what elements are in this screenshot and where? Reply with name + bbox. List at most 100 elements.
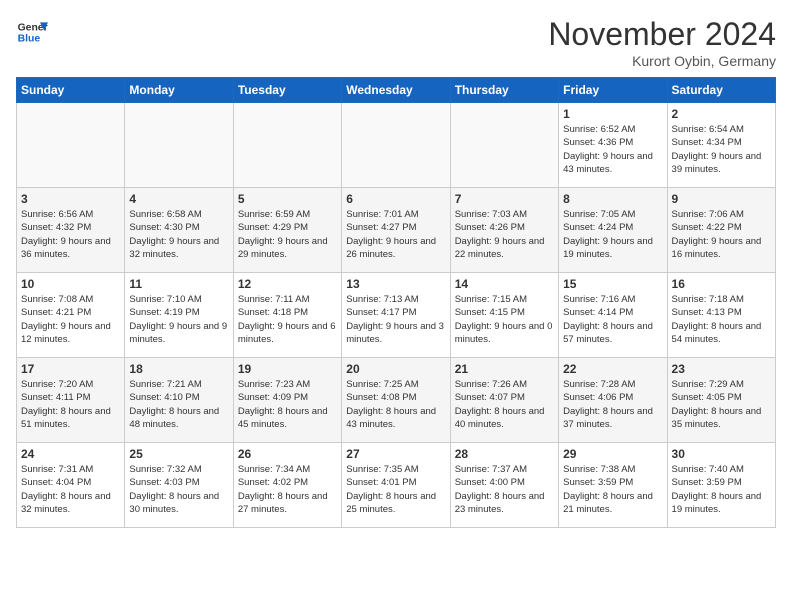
calendar-table: SundayMondayTuesdayWednesdayThursdayFrid…: [16, 77, 776, 528]
day-info: Sunrise: 7:29 AM Sunset: 4:05 PM Dayligh…: [672, 378, 771, 431]
day-number: 14: [455, 277, 554, 291]
day-info: Sunrise: 7:05 AM Sunset: 4:24 PM Dayligh…: [563, 208, 662, 261]
day-number: 16: [672, 277, 771, 291]
calendar-week-row: 1 Sunrise: 6:52 AM Sunset: 4:36 PM Daylig…: [17, 103, 776, 188]
calendar-cell: 8 Sunrise: 7:05 AM Sunset: 4:24 PM Daylig…: [559, 188, 667, 273]
day-number: 5: [238, 192, 337, 206]
calendar-cell: [125, 103, 233, 188]
day-number: 8: [563, 192, 662, 206]
day-number: 9: [672, 192, 771, 206]
day-number: 18: [129, 362, 228, 376]
day-number: 1: [563, 107, 662, 121]
weekday-header-thursday: Thursday: [450, 78, 558, 103]
calendar-cell: 30 Sunrise: 7:40 AM Sunset: 3:59 PM Dayli…: [667, 443, 775, 528]
day-info: Sunrise: 7:25 AM Sunset: 4:08 PM Dayligh…: [346, 378, 445, 431]
calendar-cell: 27 Sunrise: 7:35 AM Sunset: 4:01 PM Dayli…: [342, 443, 450, 528]
day-info: Sunrise: 7:34 AM Sunset: 4:02 PM Dayligh…: [238, 463, 337, 516]
calendar-cell: 2Sunrise: 6:54 AM Sunset: 4:34 PM Daylig…: [667, 103, 775, 188]
calendar-cell: 28Sunrise: 7:37 AM Sunset: 4:00 PM Dayli…: [450, 443, 558, 528]
day-info: Sunrise: 7:06 AM Sunset: 4:22 PM Dayligh…: [672, 208, 771, 261]
day-info: Sunrise: 7:01 AM Sunset: 4:27 PM Dayligh…: [346, 208, 445, 261]
day-info: Sunrise: 6:54 AM Sunset: 4:34 PM Dayligh…: [672, 123, 771, 176]
calendar-cell: 22 Sunrise: 7:28 AM Sunset: 4:06 PM Dayli…: [559, 358, 667, 443]
day-info: Sunrise: 6:58 AM Sunset: 4:30 PM Dayligh…: [129, 208, 228, 261]
day-number: 28: [455, 447, 554, 461]
day-info: Sunrise: 7:32 AM Sunset: 4:03 PM Dayligh…: [129, 463, 228, 516]
day-number: 21: [455, 362, 554, 376]
day-info: Sunrise: 7:08 AM Sunset: 4:21 PM Dayligh…: [21, 293, 120, 346]
day-number: 24: [21, 447, 120, 461]
calendar-cell: 25 Sunrise: 7:32 AM Sunset: 4:03 PM Dayli…: [125, 443, 233, 528]
month-title: November 2024: [548, 16, 776, 53]
day-number: 7: [455, 192, 554, 206]
day-number: 6: [346, 192, 445, 206]
calendar-cell: 18 Sunrise: 7:21 AM Sunset: 4:10 PM Dayli…: [125, 358, 233, 443]
weekday-header-sunday: Sunday: [17, 78, 125, 103]
calendar-cell: 11Sunrise: 7:10 AM Sunset: 4:19 PM Dayli…: [125, 273, 233, 358]
calendar-cell: 19 Sunrise: 7:23 AM Sunset: 4:09 PM Dayli…: [233, 358, 341, 443]
weekday-header-saturday: Saturday: [667, 78, 775, 103]
day-number: 19: [238, 362, 337, 376]
calendar-week-row: 10 Sunrise: 7:08 AM Sunset: 4:21 PM Dayli…: [17, 273, 776, 358]
day-info: Sunrise: 6:59 AM Sunset: 4:29 PM Dayligh…: [238, 208, 337, 261]
logo-icon: General Blue: [16, 16, 48, 48]
weekday-header-row: SundayMondayTuesdayWednesdayThursdayFrid…: [17, 78, 776, 103]
day-number: 20: [346, 362, 445, 376]
day-info: Sunrise: 7:23 AM Sunset: 4:09 PM Dayligh…: [238, 378, 337, 431]
calendar-cell: 20 Sunrise: 7:25 AM Sunset: 4:08 PM Dayli…: [342, 358, 450, 443]
day-info: Sunrise: 6:56 AM Sunset: 4:32 PM Dayligh…: [21, 208, 120, 261]
logo: General Blue: [16, 16, 48, 48]
calendar-cell: 1 Sunrise: 6:52 AM Sunset: 4:36 PM Daylig…: [559, 103, 667, 188]
day-info: Sunrise: 7:21 AM Sunset: 4:10 PM Dayligh…: [129, 378, 228, 431]
day-info: Sunrise: 7:35 AM Sunset: 4:01 PM Dayligh…: [346, 463, 445, 516]
day-info: Sunrise: 7:03 AM Sunset: 4:26 PM Dayligh…: [455, 208, 554, 261]
calendar-cell: 10 Sunrise: 7:08 AM Sunset: 4:21 PM Dayli…: [17, 273, 125, 358]
calendar-cell: 6 Sunrise: 7:01 AM Sunset: 4:27 PM Daylig…: [342, 188, 450, 273]
calendar-cell: [17, 103, 125, 188]
day-number: 25: [129, 447, 228, 461]
calendar-cell: 26 Sunrise: 7:34 AM Sunset: 4:02 PM Dayli…: [233, 443, 341, 528]
calendar-week-row: 3 Sunrise: 6:56 AM Sunset: 4:32 PM Daylig…: [17, 188, 776, 273]
day-number: 13: [346, 277, 445, 291]
calendar-cell: 14 Sunrise: 7:15 AM Sunset: 4:15 PM Dayli…: [450, 273, 558, 358]
day-info: Sunrise: 7:28 AM Sunset: 4:06 PM Dayligh…: [563, 378, 662, 431]
calendar-week-row: 17Sunrise: 7:20 AM Sunset: 4:11 PM Dayli…: [17, 358, 776, 443]
day-info: Sunrise: 7:38 AM Sunset: 3:59 PM Dayligh…: [563, 463, 662, 516]
calendar-cell: 9 Sunrise: 7:06 AM Sunset: 4:22 PM Daylig…: [667, 188, 775, 273]
calendar-cell: 12 Sunrise: 7:11 AM Sunset: 4:18 PM Dayli…: [233, 273, 341, 358]
weekday-header-wednesday: Wednesday: [342, 78, 450, 103]
day-number: 3: [21, 192, 120, 206]
calendar-cell: 17Sunrise: 7:20 AM Sunset: 4:11 PM Dayli…: [17, 358, 125, 443]
day-number: 10: [21, 277, 120, 291]
calendar-cell: 29 Sunrise: 7:38 AM Sunset: 3:59 PM Dayli…: [559, 443, 667, 528]
day-number: 29: [563, 447, 662, 461]
svg-text:Blue: Blue: [18, 34, 41, 45]
day-number: 15: [563, 277, 662, 291]
day-info: Sunrise: 7:11 AM Sunset: 4:18 PM Dayligh…: [238, 293, 337, 346]
day-info: Sunrise: 7:31 AM Sunset: 4:04 PM Dayligh…: [21, 463, 120, 516]
calendar-cell: 4Sunrise: 6:58 AM Sunset: 4:30 PM Daylig…: [125, 188, 233, 273]
calendar-cell: 3 Sunrise: 6:56 AM Sunset: 4:32 PM Daylig…: [17, 188, 125, 273]
day-info: Sunrise: 6:52 AM Sunset: 4:36 PM Dayligh…: [563, 123, 662, 176]
calendar-cell: 23Sunrise: 7:29 AM Sunset: 4:05 PM Dayli…: [667, 358, 775, 443]
day-number: 26: [238, 447, 337, 461]
calendar-cell: 7 Sunrise: 7:03 AM Sunset: 4:26 PM Daylig…: [450, 188, 558, 273]
day-number: 22: [563, 362, 662, 376]
day-info: Sunrise: 7:40 AM Sunset: 3:59 PM Dayligh…: [672, 463, 771, 516]
day-number: 30: [672, 447, 771, 461]
day-info: Sunrise: 7:26 AM Sunset: 4:07 PM Dayligh…: [455, 378, 554, 431]
calendar-week-row: 24 Sunrise: 7:31 AM Sunset: 4:04 PM Dayli…: [17, 443, 776, 528]
day-info: Sunrise: 7:15 AM Sunset: 4:15 PM Dayligh…: [455, 293, 554, 346]
day-number: 27: [346, 447, 445, 461]
day-info: Sunrise: 7:13 AM Sunset: 4:17 PM Dayligh…: [346, 293, 445, 346]
weekday-header-tuesday: Tuesday: [233, 78, 341, 103]
weekday-header-friday: Friday: [559, 78, 667, 103]
day-number: 12: [238, 277, 337, 291]
calendar-cell: [233, 103, 341, 188]
calendar-cell: 16Sunrise: 7:18 AM Sunset: 4:13 PM Dayli…: [667, 273, 775, 358]
day-number: 17: [21, 362, 120, 376]
page-header: General Blue November 2024 Kurort Oybin,…: [16, 16, 776, 69]
calendar-cell: 15Sunrise: 7:16 AM Sunset: 4:14 PM Dayli…: [559, 273, 667, 358]
location: Kurort Oybin, Germany: [548, 53, 776, 69]
title-block: November 2024 Kurort Oybin, Germany: [548, 16, 776, 69]
